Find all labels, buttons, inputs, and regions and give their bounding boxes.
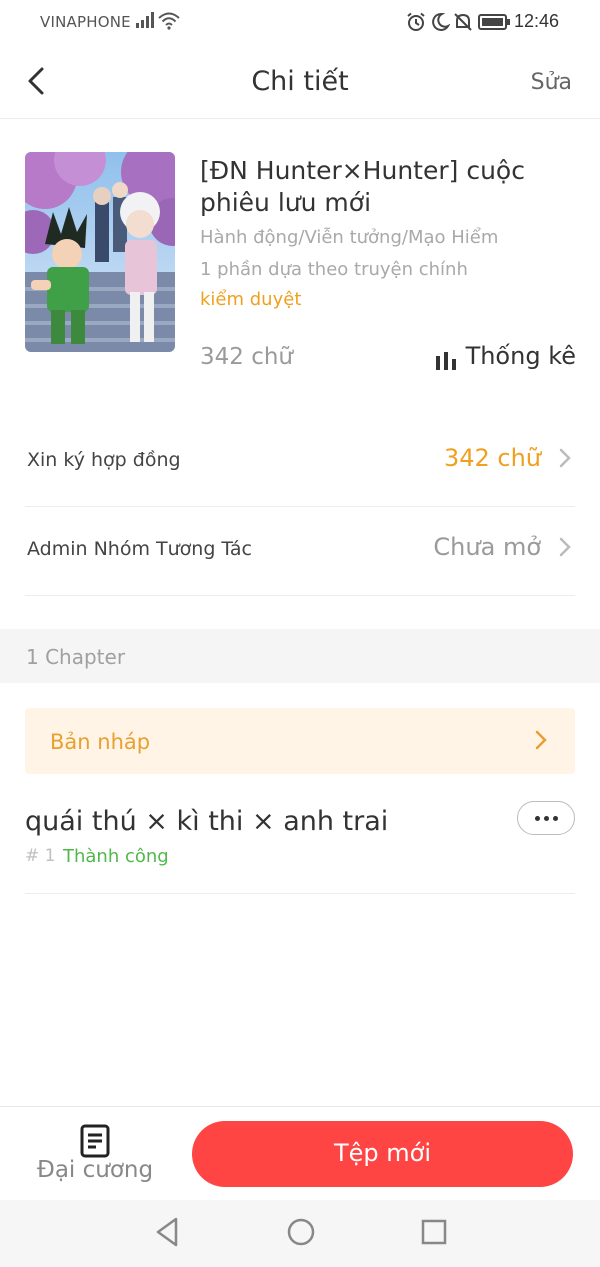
- chapter-count: 1 Chapter: [26, 645, 126, 669]
- bottom-action-bar: Đại cương Tệp mới: [0, 1106, 600, 1201]
- new-file-label: Tệp mới: [333, 1139, 432, 1167]
- chevron-right-icon: [559, 537, 571, 561]
- back-triangle-icon[interactable]: [154, 1216, 180, 1252]
- row-value: 342 chữ: [443, 444, 541, 472]
- book-title: [ĐN Hunter×Hunter] cuộc phiêu lưu mới: [200, 156, 525, 217]
- drafts-row[interactable]: Bản nháp: [25, 708, 575, 774]
- row-label: Xin ký hợp đồng: [27, 449, 181, 471]
- row-value: Chưa mở: [433, 533, 541, 561]
- chapter-status: Thành công: [63, 846, 169, 867]
- carrier-name: VINAPHONE: [40, 13, 131, 31]
- outline-button[interactable]: Đại cương: [37, 1157, 153, 1183]
- recents-square-icon[interactable]: [420, 1216, 448, 1252]
- alarm-icon: [406, 12, 426, 36]
- drafts-label: Bản nháp: [50, 730, 151, 754]
- wifi-icon: [158, 12, 180, 34]
- top-nav-bar: Chi tiết Sửa: [0, 46, 600, 119]
- statistics-label: Thống kê: [465, 342, 576, 370]
- clock: 12:46: [514, 11, 560, 31]
- chapter-count-band: 1 Chapter: [0, 629, 600, 683]
- chapter-title: quái thú × kì thi × anh trai: [25, 806, 389, 837]
- home-circle-icon[interactable]: [286, 1216, 316, 1252]
- statistics-button[interactable]: Thống kê: [435, 342, 576, 370]
- status-bar: VINAPHONE 12:46: [0, 0, 600, 46]
- edit-button[interactable]: Sửa: [531, 70, 572, 95]
- mute-icon: [453, 12, 473, 36]
- row-label: Admin Nhóm Tương Tác: [27, 538, 252, 560]
- chapter-number: # 1: [25, 846, 56, 866]
- chevron-right-icon: [535, 730, 547, 754]
- more-options-button[interactable]: [517, 801, 575, 835]
- contract-row[interactable]: Xin ký hợp đồng 342 chữ: [25, 418, 575, 507]
- admin-group-row[interactable]: Admin Nhóm Tương Tác Chưa mở: [25, 507, 575, 596]
- page-title: Chi tiết: [251, 66, 349, 97]
- battery-icon: [478, 14, 510, 34]
- moon-icon: [430, 12, 451, 36]
- bar-chart-icon: [435, 348, 456, 376]
- book-genre: Hành động/Viễn tưởng/Mạo Hiểm: [200, 227, 499, 248]
- system-nav-bar: [0, 1200, 600, 1267]
- chevron-right-icon: [559, 448, 571, 472]
- book-description: 1 phần dựa theo truyện chính: [200, 259, 468, 280]
- chapter-item[interactable]: quái thú × kì thi × anh trai # 1 Thành c…: [25, 790, 575, 894]
- signal-icon: [136, 12, 154, 32]
- book-cover-image[interactable]: [25, 152, 175, 352]
- review-status: kiểm duyệt: [200, 289, 302, 310]
- new-file-button[interactable]: Tệp mới: [192, 1121, 573, 1187]
- word-count: 342 chữ: [200, 344, 294, 370]
